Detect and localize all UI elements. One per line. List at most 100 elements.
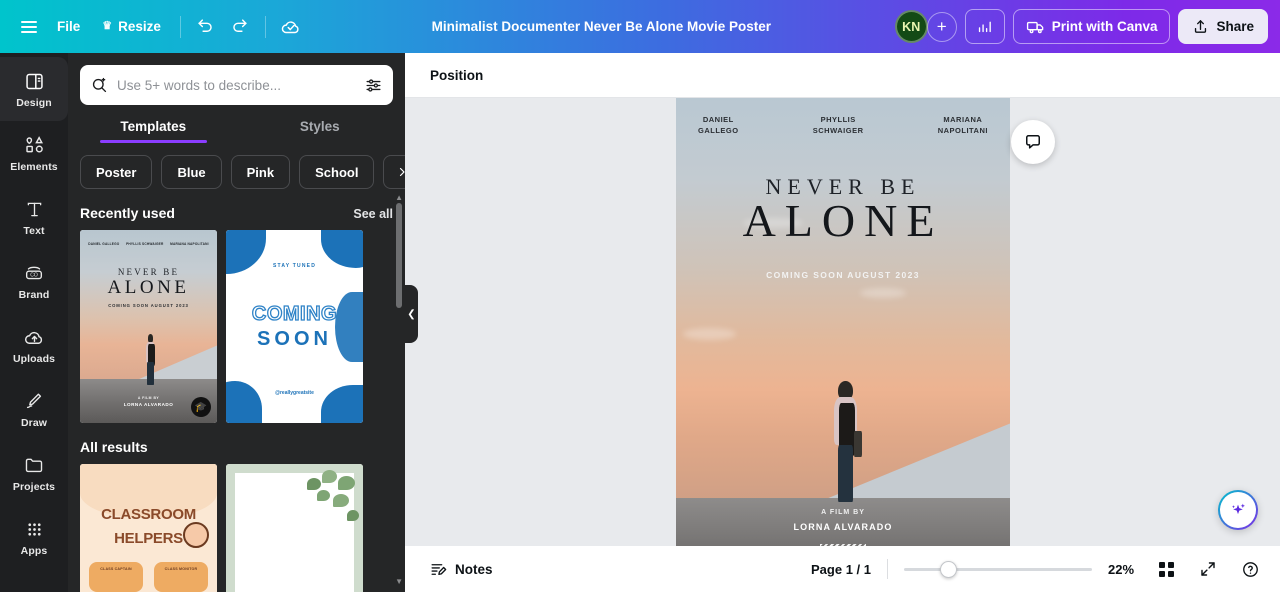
sidebar-item-apps[interactable]: Apps [0,505,68,569]
position-button[interactable]: Position [421,62,492,89]
poster-subtitle[interactable]: COMING SOON AUGUST 2023 [676,270,1010,280]
grid-view-icon [1158,561,1174,577]
chip-pink[interactable]: Pink [230,155,291,189]
top-toolbar: File ♛ Resize Minimalist Documenter Neve… [0,0,1280,53]
share-button[interactable]: Share [1178,9,1268,44]
panel-scroll-up-arrow[interactable]: ▲ [395,193,403,202]
bar-chart-icon [979,21,992,33]
poster-canvas[interactable]: DANIEL GALLEGO PHYLLIS SCHWAIGER MARIANA NA… [676,98,1010,546]
undo-button[interactable] [189,10,223,44]
poster-title-line2[interactable]: ALONE [676,198,1010,244]
sidebar-item-draw[interactable]: Draw [0,377,68,441]
grid-view-button[interactable] [1150,553,1182,585]
poster-cast-3: MARIANA NAPOLITANI [937,115,988,136]
chip-school[interactable]: School [299,155,375,189]
template-thumbnail-classroom-helpers[interactable]: CLASSROOM HELPERS CLASS CAPTAIN CLASS MO… [80,464,217,592]
layout-icon [24,69,45,93]
cs-handle: @reallygreatsite [275,389,314,396]
zoom-level[interactable]: 22% [1102,562,1140,577]
cs-soon: SOON [257,328,332,351]
filter-chips: Poster Blue Pink School [68,143,405,189]
shapes-icon [23,133,46,157]
sidebar-label-draw: Draw [20,417,48,429]
cs-stay-tuned: STAY TUNED [272,262,317,269]
poster-cast-2: PHYLLIS SCHWAIGER [812,115,864,136]
help-button[interactable] [1234,553,1266,585]
hamburger-menu-button[interactable] [12,10,46,44]
comment-button[interactable] [1011,120,1055,164]
sidebar-item-design[interactable]: Design [0,57,68,121]
sidebar-item-uploads[interactable]: Uploads [0,313,68,377]
cloud-saved-button[interactable] [274,10,308,44]
avatar[interactable]: KN [894,10,928,43]
poster-artwork: DANIEL GALLEGO PHYLLIS SCHWAIGER MARIANA… [80,230,217,423]
template-thumbnail-never-be-alone[interactable]: DANIEL GALLEGO PHYLLIS SCHWAIGER MARIANA… [80,230,217,423]
see-all-link[interactable]: See all [353,207,393,221]
redo-button[interactable] [223,10,257,44]
tab-templates[interactable]: Templates [70,119,237,143]
template-thumbnail-coming-soon[interactable]: STAY TUNED COMING SOON @reallygreatsite [226,230,363,423]
magic-search-icon [92,77,107,92]
sidebar-item-elements[interactable]: Elements [0,121,68,185]
sidebar-item-text[interactable]: Text [0,185,68,249]
sliders-icon[interactable] [364,76,383,95]
insights-button[interactable] [964,9,1005,44]
cr-card-left: CLASS CAPTAIN [89,562,143,592]
zoom-slider[interactable] [904,559,1092,579]
chevron-right-icon [400,167,405,177]
kid-illustration [183,521,209,548]
search-box[interactable] [80,65,393,105]
tab-styles[interactable]: Styles [237,119,404,143]
zoom-slider-track [904,568,1092,571]
poster-walking-figure [831,380,862,502]
document-title[interactable]: Minimalist Documenter Never Be Alone Mov… [308,19,895,34]
panel-scroll-down-arrow[interactable]: ▼ [395,577,403,586]
search-input[interactable] [117,77,356,93]
poster-credit-line2[interactable]: LORNA ALVARADO [676,522,1010,532]
poster-credit-line1[interactable]: A FILM BY [676,509,1010,516]
file-menu-button[interactable]: File [46,11,91,43]
sidebar-label-elements: Elements [10,161,58,173]
file-menu-label: File [57,19,81,34]
template-thumbnail-eucalyptus-frame[interactable] [226,464,363,592]
svg-text:CO: CO [30,273,38,279]
zoom-slider-knob[interactable] [940,561,957,578]
coming-soon-artwork: STAY TUNED COMING SOON @reallygreatsite [226,230,363,423]
text-icon [24,197,45,221]
search-section [68,53,405,105]
ai-assistant-button[interactable] [1218,490,1258,530]
top-toolbar-right: KN + Print with Canva Share [894,9,1268,44]
sidebar-item-projects[interactable]: Projects [0,441,68,505]
chips-next-button[interactable] [383,155,405,189]
expand-icon [1201,562,1215,576]
toolbar-divider-2 [264,15,266,38]
status-bar: Notes Page 1 / 1 22% [405,546,1280,592]
brand-icon: CO [23,261,45,285]
print-with-canva-button[interactable]: Print with Canva [1012,9,1171,44]
graduation-cap-icon: 🎓 [191,397,211,417]
canvas-area[interactable]: DANIEL GALLEGO PHYLLIS SCHWAIGER MARIANA NA… [405,98,1280,546]
resize-button[interactable]: ♛ Resize [91,11,172,43]
all-results-grid: CLASSROOM HELPERS CLASS CAPTAIN CLASS MO… [68,464,405,592]
redo-icon [233,19,248,32]
print-label: Print with Canva [1051,19,1158,34]
panel-scrollbar[interactable] [396,203,402,308]
sidebar-label-projects: Projects [12,481,56,493]
left-rail: Design Elements Text CO Brand Uploads Dr… [0,53,68,592]
page-indicator: Page 1 / 1 [811,561,871,577]
thumb-cast-3: MARIANA NAPOLITANI [170,241,209,246]
sidebar-item-brand[interactable]: CO Brand [0,249,68,313]
fullscreen-button[interactable] [1192,553,1224,585]
upload-cloud-icon [23,325,46,349]
notes-label: Notes [455,561,493,577]
collapse-panel-button[interactable]: ❮ [405,285,418,343]
add-collaborator-button[interactable]: + [926,11,957,42]
chip-blue[interactable]: Blue [161,155,222,189]
editor-area: Position DANIEL GALLEGO PHYLLIS SCHWAIGE… [405,53,1280,592]
cs-coming: COMING [251,303,338,326]
sidebar-label-uploads: Uploads [12,353,56,365]
panel-tabs: Templates Styles [68,119,405,143]
chip-poster[interactable]: Poster [80,155,153,189]
cr-title-1: CLASSROOM [101,506,196,524]
notes-button[interactable]: Notes [419,553,503,586]
